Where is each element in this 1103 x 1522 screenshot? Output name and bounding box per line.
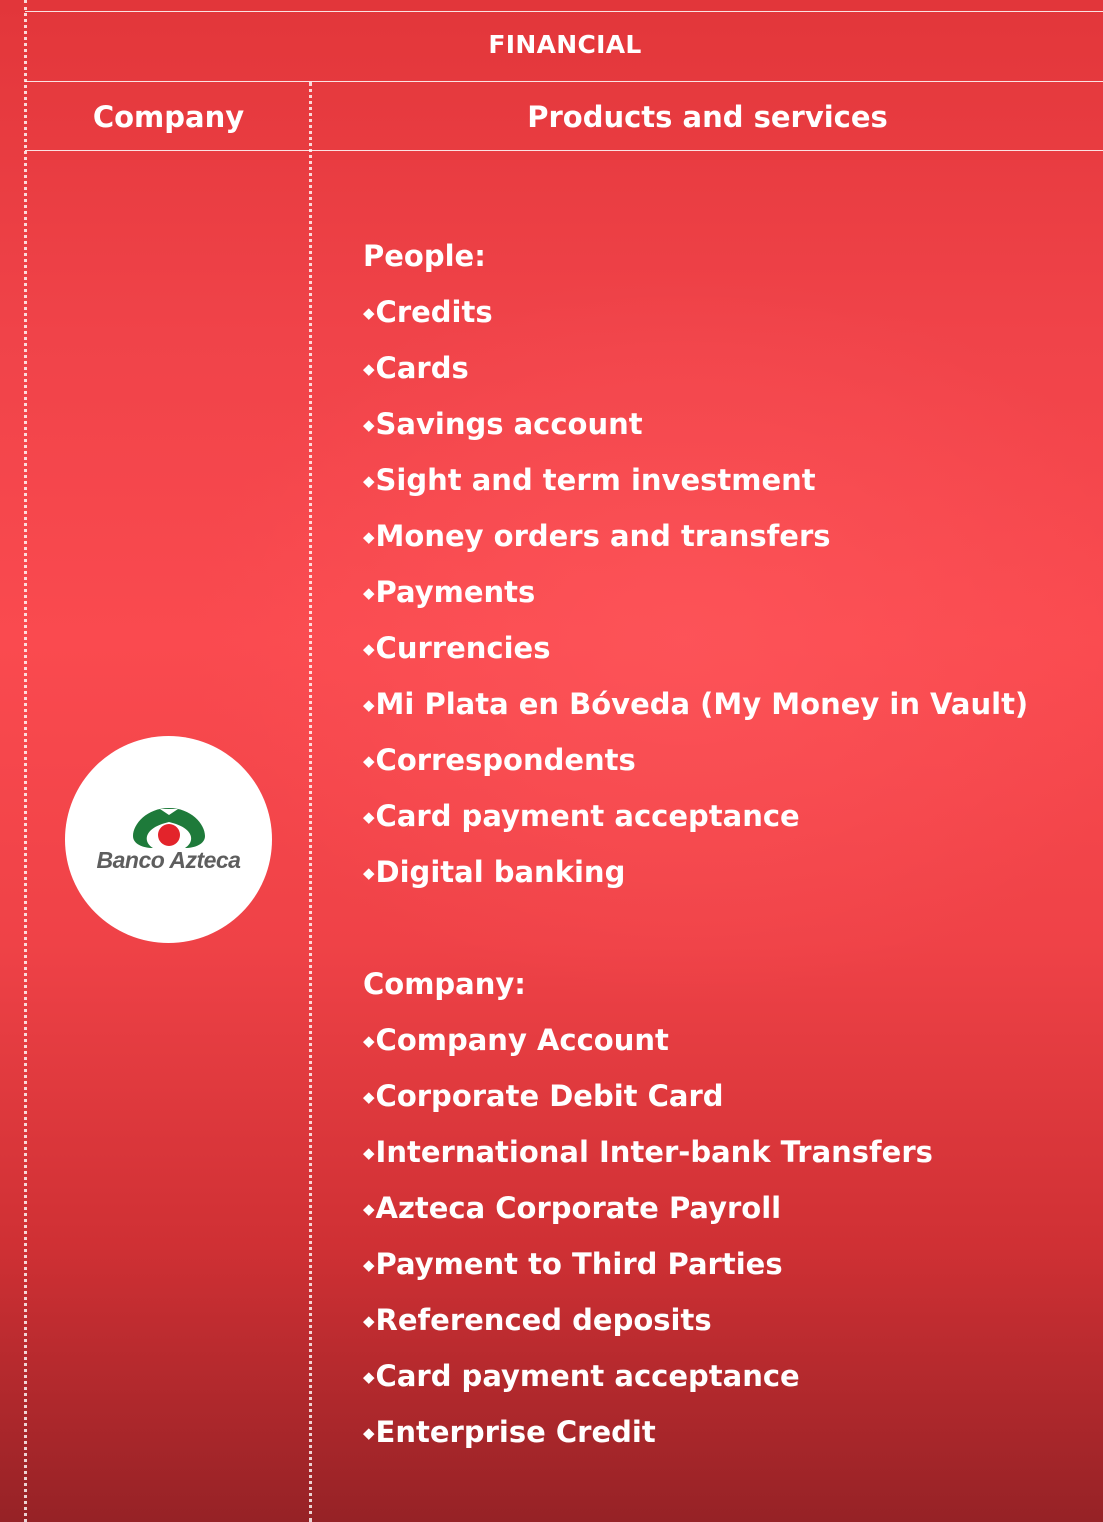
diamond-bullet-icon: ◆ — [363, 1312, 375, 1330]
diamond-bullet-icon: ◆ — [363, 1032, 375, 1050]
diamond-bullet-icon: ◆ — [363, 528, 375, 546]
people-item-label: Credits — [375, 295, 493, 329]
diamond-bullet-icon: ◆ — [363, 808, 375, 826]
people-item-label: Correspondents — [375, 743, 636, 777]
people-items: ◆Credits ◆Cards ◆Savings account ◆Sight and… — [363, 284, 1028, 900]
diamond-bullet-icon: ◆ — [363, 1088, 375, 1106]
company-item-label: Corporate Debit Card — [375, 1079, 724, 1113]
company-heading: Company: — [363, 967, 526, 1001]
azteca-eye-icon — [133, 808, 205, 848]
company-item-label: International Inter-bank Transfers — [375, 1135, 933, 1169]
people-item-label: Payments — [375, 575, 536, 609]
company-item-label: Azteca Corporate Payroll — [375, 1191, 782, 1225]
people-item: ◆Mi Plata en Bóveda (My Money in Vault) — [363, 676, 1028, 732]
company-item: ◆Referenced deposits — [363, 1292, 1028, 1348]
people-item: ◆Savings account — [363, 396, 1028, 452]
diamond-bullet-icon: ◆ — [363, 1200, 375, 1218]
table-top-border — [25, 11, 1103, 12]
people-item-label: Card payment acceptance — [375, 799, 800, 833]
people-item-label: Currencies — [375, 631, 551, 665]
people-item: ◆Credits — [363, 284, 1028, 340]
company-item-label: Payment to Third Parties — [375, 1247, 783, 1281]
people-item: ◆Digital banking — [363, 844, 1028, 900]
diamond-bullet-icon: ◆ — [363, 584, 375, 602]
people-item: ◆Payments — [363, 564, 1028, 620]
products-list: People: ◆Credits ◆Cards ◆Savings account ◆S… — [363, 228, 1028, 1460]
diamond-bullet-icon: ◆ — [363, 304, 375, 322]
people-item-label: Mi Plata en Bóveda (My Money in Vault) — [375, 687, 1029, 721]
diamond-bullet-icon: ◆ — [363, 640, 375, 658]
diamond-bullet-icon: ◆ — [363, 1144, 375, 1162]
company-item-label: Referenced deposits — [375, 1303, 712, 1337]
people-item: ◆Money orders and transfers — [363, 508, 1028, 564]
company-item: ◆International Inter-bank Transfers — [363, 1124, 1028, 1180]
company-item: ◆Payment to Third Parties — [363, 1236, 1028, 1292]
people-item-label: Sight and term investment — [375, 463, 816, 497]
diamond-bullet-icon: ◆ — [363, 472, 375, 490]
company-item-label: Card payment acceptance — [375, 1359, 800, 1393]
section-title: FINANCIAL — [488, 30, 642, 59]
column-divider — [309, 82, 312, 1522]
people-item-label: Digital banking — [375, 855, 626, 889]
people-item-label: Savings account — [375, 407, 643, 441]
column-header-divider — [25, 150, 1103, 151]
table-left-border — [24, 0, 27, 1522]
people-item-label: Cards — [375, 351, 469, 385]
products-column-header: Products and services — [527, 100, 888, 134]
people-item: ◆Cards — [363, 340, 1028, 396]
diamond-bullet-icon: ◆ — [363, 1424, 375, 1442]
people-item-label: Money orders and transfers — [375, 519, 831, 553]
people-item: ◆Correspondents — [363, 732, 1028, 788]
company-item-label: Enterprise Credit — [375, 1415, 656, 1449]
diamond-bullet-icon: ◆ — [363, 864, 375, 882]
people-heading: People: — [363, 239, 486, 273]
diamond-bullet-icon: ◆ — [363, 1368, 375, 1386]
company-item: ◆Enterprise Credit — [363, 1404, 1028, 1460]
logo-wordmark: Banco Azteca — [96, 847, 241, 873]
company-item: ◆Corporate Debit Card — [363, 1068, 1028, 1124]
people-item: ◆Currencies — [363, 620, 1028, 676]
banco-azteca-logo: Banco Azteca — [65, 736, 272, 943]
company-item-label: Company Account — [375, 1023, 669, 1057]
company-items: ◆Company Account ◆Corporate Debit Card ◆In… — [363, 1012, 1028, 1460]
diamond-bullet-icon: ◆ — [363, 416, 375, 434]
diamond-bullet-icon: ◆ — [363, 360, 375, 378]
diamond-bullet-icon: ◆ — [363, 1256, 375, 1274]
people-item: ◆Sight and term investment — [363, 452, 1028, 508]
header-divider — [25, 81, 1103, 82]
company-item: ◆Card payment acceptance — [363, 1348, 1028, 1404]
diamond-bullet-icon: ◆ — [363, 696, 375, 714]
company-item: ◆Azteca Corporate Payroll — [363, 1180, 1028, 1236]
people-item: ◆Card payment acceptance — [363, 788, 1028, 844]
company-column-header: Company — [92, 100, 245, 134]
diamond-bullet-icon: ◆ — [363, 752, 375, 770]
company-item: ◆Company Account — [363, 1012, 1028, 1068]
